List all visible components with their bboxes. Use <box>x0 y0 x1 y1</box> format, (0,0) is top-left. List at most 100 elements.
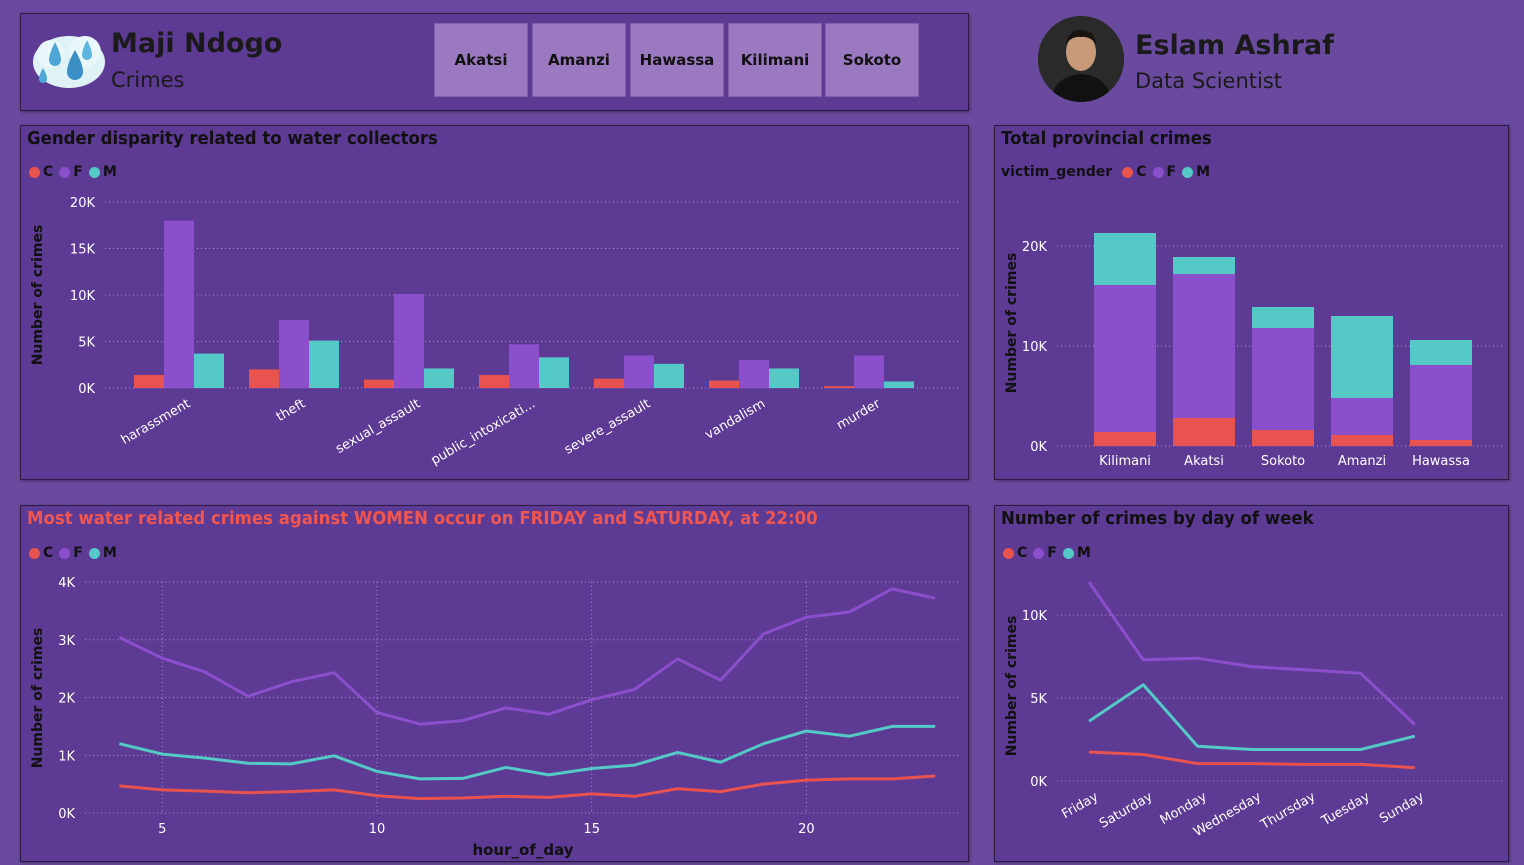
y-tick-label: 10K <box>70 289 96 304</box>
bar-severe-assault-m <box>654 363 684 388</box>
x-tick-label: Tuesday <box>1318 789 1372 829</box>
x-tick-label: murder <box>834 396 883 433</box>
bar-kilimani-m <box>1094 233 1156 285</box>
x-tick-label: Saturday <box>1097 789 1155 831</box>
x-tick-label: Kilimani <box>1099 454 1151 469</box>
line-m <box>119 724 936 781</box>
y-tick-label: 0K <box>78 382 95 397</box>
gender-disparity-chart: 0K 5K 10K 15K 20K Number of crimes harassment t… <box>30 196 961 468</box>
y-tick-label: 4K <box>58 576 75 591</box>
bar-sokoto-c <box>1252 430 1314 446</box>
provincial-chart: 0K 10K 20KNumber of crimes Kilimani Akatsi So… <box>1004 233 1503 469</box>
y-axis-label: Number of crimes <box>30 225 46 366</box>
x-tick-label: Sokoto <box>1261 454 1305 469</box>
bar-severe-assault-c <box>594 378 624 388</box>
bar-harassment-m <box>194 353 224 388</box>
hourly-panel: Most water related crimes against WOMEN … <box>20 505 969 862</box>
bar-sokoto-f <box>1252 328 1314 430</box>
slicer-sokoto[interactable]: Sokoto <box>825 23 919 97</box>
x-tick-label: public_intoxicati... <box>429 396 538 468</box>
y-tick-label: 2K <box>58 692 75 707</box>
weekday-panel: Number of crimes by day of week C F M 0K… <box>994 505 1509 862</box>
profile-name: Eslam Ashraf <box>1135 30 1334 61</box>
line-m <box>1088 683 1416 751</box>
bar-sexual-assault-m <box>424 368 454 388</box>
bar-kilimani-f <box>1094 285 1156 432</box>
line-f <box>118 587 936 726</box>
bar-vandalism-f <box>739 360 769 388</box>
bar-sexual-assault-c <box>364 379 394 388</box>
x-tick-label: theft <box>274 396 308 424</box>
bar-amanzi-f <box>1331 398 1393 435</box>
x-axis-label: hour_of_day <box>472 841 573 859</box>
bar-severe-assault-f <box>624 355 654 388</box>
bar-murder-c <box>824 386 854 388</box>
bar-harassment-c <box>134 374 164 388</box>
slicer-akatsi[interactable]: Akatsi <box>434 23 528 97</box>
bar-hawassa-c <box>1410 440 1472 446</box>
provincial-panel: Total provincial crimes victim_gender C … <box>994 125 1509 480</box>
x-tick-label: harassment <box>119 396 193 448</box>
y-axis-label: Number of crimes <box>30 628 46 769</box>
weekday-chart: 0K5K10KNumber of crimesFridaySaturday Mon… <box>1004 581 1503 840</box>
y-tick-label: 10K <box>1022 609 1048 624</box>
bar-theft-m <box>309 340 339 388</box>
x-tick-label: vandalism <box>703 396 768 442</box>
bar-akatsi-f <box>1173 274 1235 418</box>
y-tick-label: 5K <box>1030 692 1047 707</box>
x-tick-label: severe_assault <box>562 396 653 457</box>
bar-murder-f <box>854 355 884 388</box>
y-tick-label: 0K <box>1030 775 1047 790</box>
brand-subtitle: Crimes <box>111 68 185 92</box>
x-tick-label: Thursday <box>1257 789 1318 833</box>
x-tick-label: 20 <box>798 822 815 837</box>
x-tick-label: 10 <box>369 822 386 837</box>
slicer-kilimani[interactable]: Kilimani <box>728 23 822 97</box>
bar-public-intoxicati-m <box>539 357 569 388</box>
y-tick-label: 10K <box>1022 340 1048 355</box>
y-tick-label: 15K <box>70 243 96 258</box>
bar-public-intoxicati-f <box>509 344 539 388</box>
y-tick-label: 5K <box>78 336 95 351</box>
bar-murder-m <box>884 381 914 388</box>
brand-title: Maji Ndogo <box>111 28 283 59</box>
bar-harassment-f <box>164 220 194 388</box>
y-tick-label: 0K <box>1030 440 1047 455</box>
bar-vandalism-m <box>769 368 799 388</box>
bar-sexual-assault-f <box>394 294 424 388</box>
line-c <box>119 774 936 801</box>
avatar <box>1038 16 1124 102</box>
x-tick-label: Friday <box>1059 789 1101 822</box>
y-axis-label: Number of crimes <box>1004 616 1020 757</box>
profile-role: Data Scientist <box>1135 69 1282 93</box>
hourly-chart: 0K 1K 2K 3K 4K 5 10 15 20 Number of crimes hour_of… <box>30 576 961 859</box>
x-tick-label: Sunday <box>1377 789 1427 826</box>
y-tick-label: 20K <box>1022 240 1048 255</box>
bar-kilimani-c <box>1094 432 1156 446</box>
header-panel: Maji Ndogo Crimes Akatsi Amanzi Hawassa … <box>20 13 969 111</box>
bar-akatsi-m <box>1173 257 1235 274</box>
slicer-hawassa[interactable]: Hawassa <box>630 23 724 97</box>
x-tick-label: 5 <box>158 822 166 837</box>
y-tick-label: 1K <box>58 749 75 764</box>
y-tick-label: 3K <box>58 634 75 649</box>
x-tick-label: 15 <box>583 822 600 837</box>
y-tick-label: 0K <box>58 807 75 822</box>
bar-public-intoxicati-c <box>479 374 509 388</box>
x-tick-label: Hawassa <box>1412 454 1470 469</box>
line-c <box>1088 750 1415 770</box>
bar-amanzi-c <box>1331 435 1393 446</box>
y-axis-label: Number of crimes <box>1004 253 1020 394</box>
x-tick-label: Amanzi <box>1338 454 1386 469</box>
x-tick-label: Akatsi <box>1184 454 1224 469</box>
bar-amanzi-m <box>1331 316 1393 398</box>
bar-hawassa-f <box>1410 365 1472 440</box>
gender-disparity-panel: Gender disparity related to water collec… <box>20 125 969 480</box>
bar-theft-f <box>279 320 309 388</box>
slicer-amanzi[interactable]: Amanzi <box>532 23 626 97</box>
water-drops-logo-icon <box>31 20 107 92</box>
bar-theft-c <box>249 369 279 388</box>
bar-hawassa-m <box>1410 340 1472 365</box>
bar-sokoto-m <box>1252 307 1314 328</box>
bar-akatsi-c <box>1173 418 1235 446</box>
